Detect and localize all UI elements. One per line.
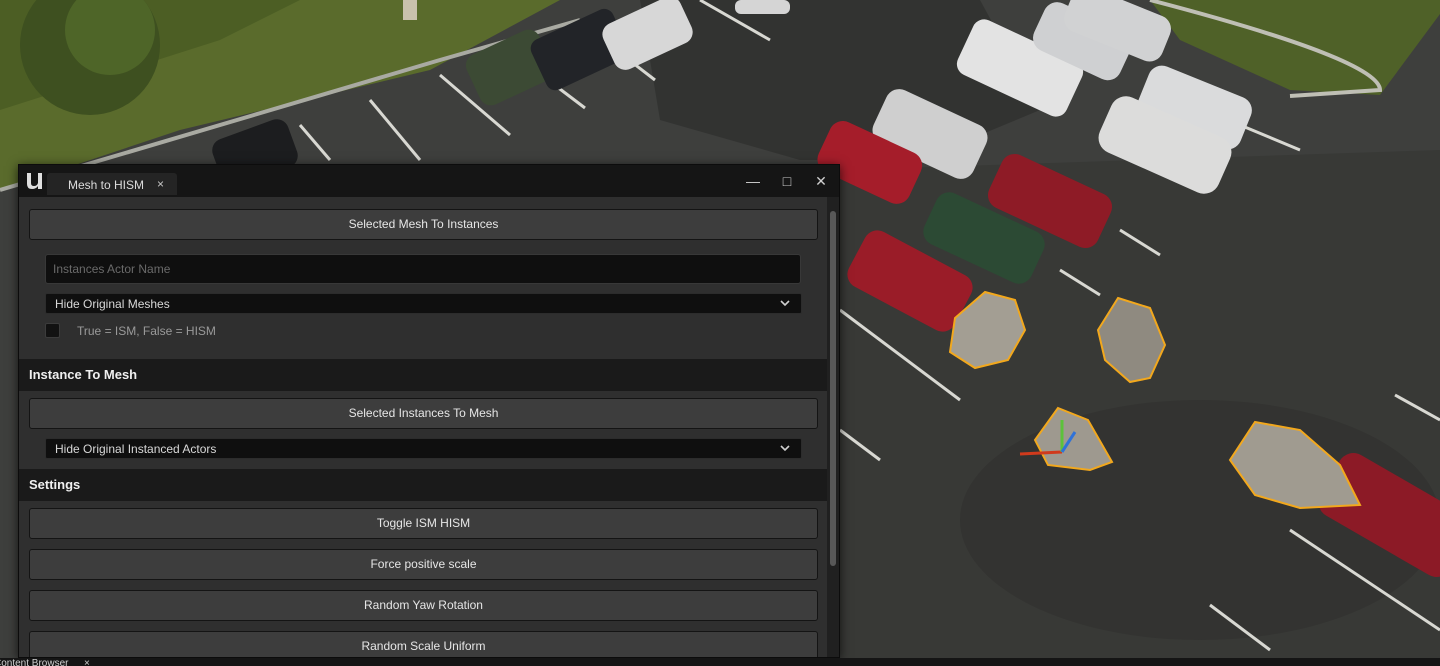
maximize-button[interactable]: □ — [777, 171, 797, 191]
content-browser-close-icon[interactable]: × — [84, 658, 90, 666]
hide-original-instanced-actors-dropdown[interactable]: Hide Original Instanced Actors — [45, 438, 802, 459]
mesh-to-hism-window: Mesh to HISM × — □ ✕ Selected Mesh To In… — [18, 164, 840, 658]
dropdown-value: Hide Original Instanced Actors — [55, 442, 217, 456]
force-positive-scale-button[interactable]: Force positive scale — [29, 549, 818, 580]
random-scale-uniform-button[interactable]: Random Scale Uniform — [29, 631, 818, 657]
selected-mesh-to-instances-button[interactable]: Selected Mesh To Instances — [29, 209, 818, 240]
content-browser-label: Content Browser — [0, 658, 69, 666]
content-browser-tab[interactable]: Content Browser × — [0, 658, 104, 666]
window-content: Selected Mesh To Instances Instances Act… — [19, 197, 827, 657]
unreal-engine-logo-icon — [27, 173, 42, 189]
tab-close-icon[interactable]: × — [157, 177, 164, 191]
minimize-button[interactable]: — — [743, 171, 763, 191]
scrollbar-thumb[interactable] — [830, 211, 836, 566]
section-title: Instance To Mesh — [29, 367, 138, 382]
editor-bottom-bar: Content Browser × — [0, 658, 1440, 666]
tab-label: Mesh to HISM — [68, 178, 145, 192]
settings-header[interactable]: Settings — [19, 469, 827, 501]
chevron-down-icon — [780, 300, 790, 307]
ism-hism-checkbox[interactable] — [45, 323, 60, 338]
chevron-down-icon — [780, 445, 790, 452]
close-window-button[interactable]: ✕ — [811, 171, 831, 191]
selected-instances-to-mesh-button[interactable]: Selected Instances To Mesh — [29, 398, 818, 429]
toggle-ism-hism-button[interactable]: Toggle ISM HISM — [29, 508, 818, 539]
instance-to-mesh-header[interactable]: Instance To Mesh — [19, 359, 827, 391]
window-titlebar[interactable]: Mesh to HISM × — □ ✕ — [19, 165, 839, 197]
instances-actor-name-input[interactable]: Instances Actor Name — [45, 254, 801, 284]
random-yaw-rotation-button[interactable]: Random Yaw Rotation — [29, 590, 818, 621]
ism-hism-checkbox-label: True = ISM, False = HISM — [77, 324, 216, 338]
vertical-scrollbar[interactable] — [827, 197, 839, 657]
dropdown-value: Hide Original Meshes — [55, 297, 170, 311]
hide-original-meshes-dropdown[interactable]: Hide Original Meshes — [45, 293, 802, 314]
tab-mesh-to-hism[interactable]: Mesh to HISM × — [47, 173, 177, 195]
section-title: Settings — [29, 477, 81, 492]
